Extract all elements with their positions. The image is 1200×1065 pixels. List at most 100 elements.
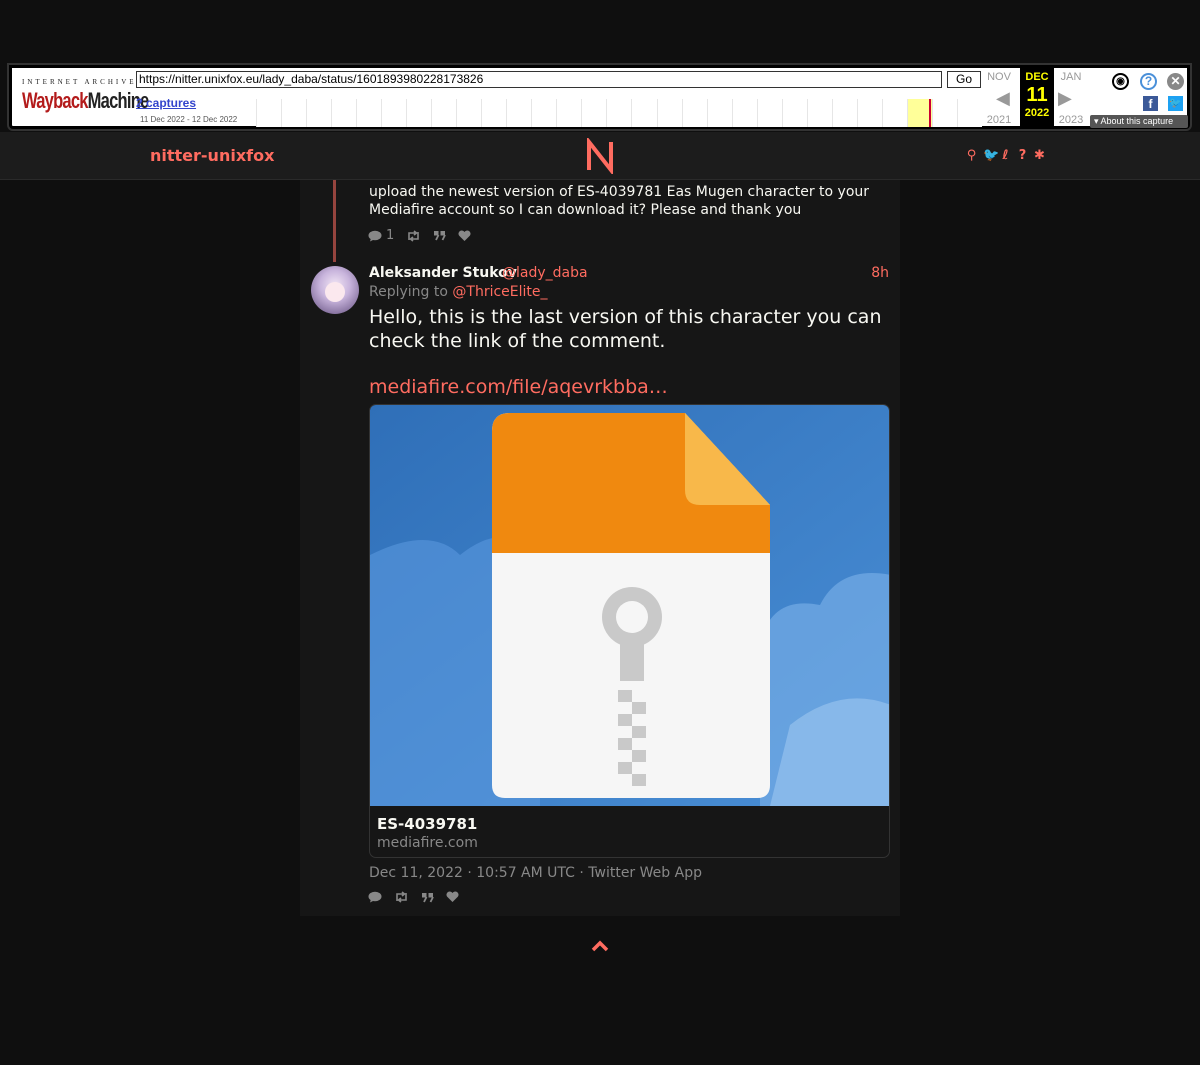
heart-icon — [446, 891, 459, 902]
next-month-label[interactable]: JAN — [1054, 71, 1088, 83]
sparkline-cell[interactable] — [881, 99, 907, 127]
capture-sparkline[interactable] — [256, 99, 982, 127]
captures-link[interactable]: 2 captures — [136, 96, 196, 110]
sparkline-cell[interactable] — [681, 99, 707, 127]
tweet-link[interactable]: mediafire.com/file/aqevrkbba… — [369, 376, 668, 398]
wayback-toolbar-wrap: INTERNET ARCHIVE WaybackMachine https://… — [0, 0, 1200, 132]
site-name-link[interactable]: nitter-unixfox — [150, 146, 274, 165]
close-icon[interactable]: ✕ — [1167, 73, 1184, 90]
facebook-icon[interactable]: f — [1143, 96, 1158, 111]
like-stat[interactable] — [446, 891, 459, 903]
nitter-logo-icon[interactable] — [585, 138, 615, 174]
conversation-timeline: upload the newest version of ES-4039781 … — [300, 180, 900, 916]
scroll-to-top-icon[interactable] — [590, 936, 610, 956]
current-month: DEC — [1025, 71, 1049, 83]
sparkline-cell[interactable] — [481, 99, 507, 127]
link-card[interactable]: ES-4039781 mediafire.com — [369, 404, 890, 858]
navbar: nitter-unixfox ⚲ 🐦 ℓ ? ✱ — [0, 132, 1200, 180]
comment-icon — [368, 891, 382, 903]
wayback-logo-a: Wayback — [22, 88, 88, 113]
thread-line — [333, 180, 336, 262]
sparkline-cell[interactable] — [256, 99, 282, 127]
prev-capture-arrow-icon[interactable]: ◀ — [996, 88, 1010, 109]
sparkline-cell[interactable] — [656, 99, 682, 127]
rss-icon[interactable]: ℓ — [1000, 148, 1011, 163]
current-capture-marker — [929, 99, 931, 127]
sparkline-cell[interactable] — [406, 99, 432, 127]
sparkline-cell[interactable] — [781, 99, 807, 127]
sparkline-cell[interactable] — [831, 99, 857, 127]
replying-to-user[interactable]: @ThriceElite_ — [452, 284, 547, 300]
quote-stat[interactable] — [421, 891, 434, 903]
sparkline-cell[interactable] — [356, 99, 382, 127]
tweet-source: Twitter Web App — [588, 865, 702, 881]
sparkline-cell[interactable] — [456, 99, 482, 127]
tweet-date-link[interactable]: 8h — [871, 265, 889, 281]
help-icon[interactable]: ? — [1017, 148, 1028, 163]
sparkline-cell[interactable] — [606, 99, 632, 127]
sparkline-cell[interactable] — [531, 99, 557, 127]
retweet-stat[interactable] — [394, 891, 409, 903]
next-year-label[interactable]: 2023 — [1054, 114, 1088, 126]
wayback-logo-top: INTERNET ARCHIVE — [22, 78, 137, 86]
user-icon[interactable]: ◉ — [1112, 73, 1129, 90]
next-capture-arrow-icon[interactable]: ▶ — [1058, 88, 1072, 109]
replying-to: Replying to @ThriceElite_ — [369, 284, 548, 300]
settings-icon[interactable]: ✱ — [1034, 148, 1045, 163]
like-stat[interactable] — [458, 228, 471, 243]
about-capture-button[interactable]: ▾ About this capture — [1090, 115, 1188, 128]
go-button[interactable]: Go — [947, 71, 981, 88]
separator: · — [579, 865, 584, 881]
sparkline-cell[interactable] — [381, 99, 407, 127]
wayback-url-input[interactable]: https://nitter.unixfox.eu/lady_daba/stat… — [136, 71, 942, 88]
reply-stat[interactable]: 1 — [368, 228, 394, 243]
twitter-share-icon[interactable]: 🐦 — [1168, 96, 1183, 111]
sparkline-cell[interactable] — [581, 99, 607, 127]
sparkline-cell[interactable] — [856, 99, 882, 127]
tweet-stats — [368, 891, 459, 903]
sparkline-cell[interactable] — [556, 99, 582, 127]
avatar[interactable] — [311, 266, 359, 314]
published-time: 10:57 AM UTC — [476, 865, 575, 881]
published-date: Dec 11, 2022 — [369, 865, 463, 881]
sparkline-cell[interactable] — [706, 99, 732, 127]
username[interactable]: @lady_daba — [502, 265, 588, 281]
parent-tweet-stats: 1 — [368, 228, 471, 243]
quote-stat[interactable] — [433, 228, 447, 243]
nav-icons: ⚲ 🐦 ℓ ? ✱ — [966, 148, 1045, 163]
sparkline-cell[interactable] — [281, 99, 307, 127]
help-icon[interactable]: ? — [1140, 73, 1157, 90]
reply-count: 1 — [386, 228, 395, 243]
search-icon[interactable]: ⚲ — [966, 148, 977, 163]
current-capture-date: DEC 11 2022 — [1020, 68, 1054, 129]
sparkline-cell[interactable] — [931, 99, 957, 127]
sparkline-cell[interactable] — [731, 99, 757, 127]
sparkline-cell[interactable] — [956, 99, 982, 127]
sparkline-cell[interactable] — [306, 99, 332, 127]
retweet-stat[interactable] — [406, 228, 421, 243]
twitter-icon[interactable]: 🐦 — [983, 148, 999, 163]
sparkline-cell[interactable] — [506, 99, 532, 127]
prev-month-label[interactable]: NOV — [982, 71, 1016, 83]
wayback-logo[interactable]: WaybackMachine — [22, 88, 149, 114]
sparkline-cell[interactable] — [756, 99, 782, 127]
sparkline-cell[interactable] — [431, 99, 457, 127]
card-image — [370, 405, 889, 806]
retweet-icon — [408, 229, 420, 242]
retweet-icon — [396, 891, 407, 903]
published-info: Dec 11, 2022 · 10:57 AM UTC · Twitter We… — [369, 865, 702, 881]
fullname[interactable]: Aleksander Stukov — [369, 265, 517, 281]
replying-to-label: Replying to — [369, 284, 448, 300]
quote-icon — [422, 892, 434, 902]
sparkline-cell[interactable] — [806, 99, 832, 127]
reply-stat[interactable] — [368, 891, 382, 903]
heart-icon — [458, 229, 471, 241]
parent-tweet-text: upload the newest version of ES-4039781 … — [369, 184, 870, 218]
card-title: ES-4039781 — [377, 815, 478, 833]
current-day: 11 — [1026, 84, 1048, 106]
sparkline-cell[interactable] — [331, 99, 357, 127]
prev-year-label[interactable]: 2021 — [982, 114, 1016, 126]
sparkline-cell[interactable] — [631, 99, 657, 127]
about-capture-label: About this capture — [1100, 116, 1174, 126]
separator: · — [467, 865, 472, 881]
